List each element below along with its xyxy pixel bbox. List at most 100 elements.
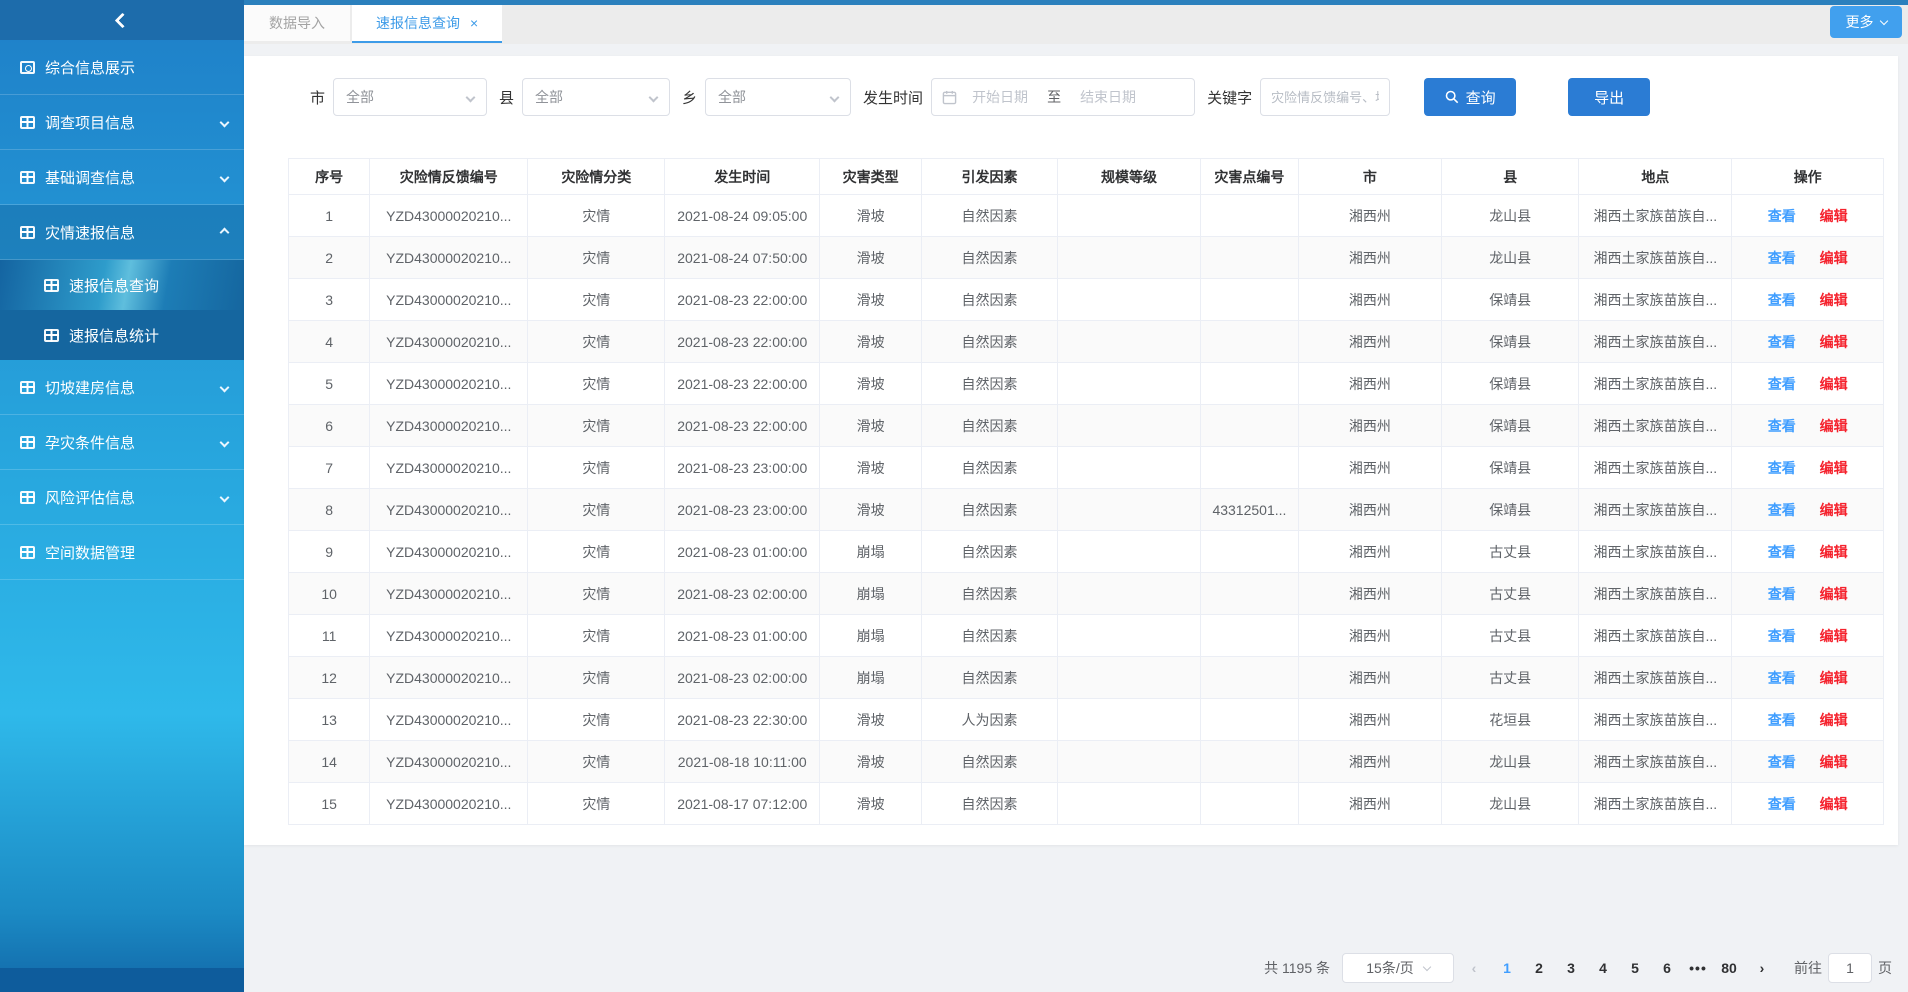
- cell-county: 古丈县: [1442, 531, 1579, 573]
- prev-page-button[interactable]: ‹: [1460, 960, 1488, 976]
- page-6[interactable]: 6: [1654, 960, 1680, 976]
- sidebar-subitem-report-stats[interactable]: 速报信息统计: [0, 310, 244, 360]
- page-5[interactable]: 5: [1622, 960, 1648, 976]
- cell-city: 湘西州: [1298, 321, 1442, 363]
- start-date-placeholder[interactable]: 开始日期: [957, 87, 1043, 107]
- view-link[interactable]: 查看: [1768, 502, 1796, 518]
- cell-actions: 查看 编辑: [1732, 279, 1884, 321]
- view-link[interactable]: 查看: [1768, 334, 1796, 350]
- sidebar-subitem-label: 速报信息统计: [69, 325, 159, 346]
- view-link[interactable]: 查看: [1768, 712, 1796, 728]
- edit-link[interactable]: 编辑: [1820, 208, 1848, 224]
- view-link[interactable]: 查看: [1768, 376, 1796, 392]
- view-link[interactable]: 查看: [1768, 586, 1796, 602]
- cell-point-code: 43312501...: [1201, 489, 1298, 531]
- tab-report-query[interactable]: 速报信息查询 ×: [352, 5, 502, 43]
- view-link[interactable]: 查看: [1768, 670, 1796, 686]
- cell-place: 湘西土家族苗族自...: [1579, 279, 1732, 321]
- page-2[interactable]: 2: [1526, 960, 1552, 976]
- town-select[interactable]: 全部: [705, 78, 851, 116]
- tab-label: 数据导入: [269, 13, 325, 33]
- sidebar-collapse-button[interactable]: [0, 0, 244, 40]
- query-button[interactable]: 查询: [1424, 78, 1516, 116]
- cell-trigger-factor: 自然因素: [922, 363, 1058, 405]
- edit-link[interactable]: 编辑: [1820, 376, 1848, 392]
- edit-link[interactable]: 编辑: [1820, 628, 1848, 644]
- col-occur-time: 发生时间: [665, 159, 820, 195]
- view-link[interactable]: 查看: [1768, 796, 1796, 812]
- cell-city: 湘西州: [1298, 699, 1442, 741]
- end-date-placeholder[interactable]: 结束日期: [1065, 87, 1151, 107]
- cell-feedback-code: YZD43000020210...: [370, 783, 528, 825]
- sidebar-item-basic-survey[interactable]: 基础调查信息: [0, 150, 244, 205]
- edit-link[interactable]: 编辑: [1820, 460, 1848, 476]
- sidebar-item-disaster-report[interactable]: 灾情速报信息: [0, 205, 244, 260]
- edit-link[interactable]: 编辑: [1820, 712, 1848, 728]
- cell-feedback-code: YZD43000020210...: [370, 615, 528, 657]
- keyword-input[interactable]: [1260, 78, 1390, 116]
- cell-city: 湘西州: [1298, 531, 1442, 573]
- view-link[interactable]: 查看: [1768, 460, 1796, 476]
- page-4[interactable]: 4: [1590, 960, 1616, 976]
- edit-link[interactable]: 编辑: [1820, 334, 1848, 350]
- col-scale-level: 规模等级: [1057, 159, 1201, 195]
- county-select[interactable]: 全部: [522, 78, 670, 116]
- edit-link[interactable]: 编辑: [1820, 502, 1848, 518]
- sidebar-subitem-report-query[interactable]: 速报信息查询: [0, 260, 244, 310]
- calendar-icon: [942, 90, 957, 105]
- edit-link[interactable]: 编辑: [1820, 754, 1848, 770]
- chevron-down-icon: [220, 492, 230, 502]
- sidebar-item-overview[interactable]: 综合信息展示: [0, 40, 244, 95]
- edit-link[interactable]: 编辑: [1820, 292, 1848, 308]
- view-link[interactable]: 查看: [1768, 292, 1796, 308]
- edit-link[interactable]: 编辑: [1820, 796, 1848, 812]
- cell-city: 湘西州: [1298, 783, 1442, 825]
- view-link[interactable]: 查看: [1768, 628, 1796, 644]
- cell-disaster-type: 滑坡: [820, 237, 922, 279]
- chevron-down-icon: [220, 437, 230, 447]
- cell-place: 湘西土家族苗族自...: [1579, 657, 1732, 699]
- more-button[interactable]: 更多: [1830, 6, 1902, 38]
- sidebar-item-risk-assessment[interactable]: 风险评估信息: [0, 470, 244, 525]
- cell-scale-level: [1057, 237, 1201, 279]
- cell-trigger-factor: 自然因素: [922, 447, 1058, 489]
- goto-page-input[interactable]: [1828, 953, 1872, 983]
- page-3[interactable]: 3: [1558, 960, 1584, 976]
- cell-disaster-type: 滑坡: [820, 405, 922, 447]
- tab-data-import[interactable]: 数据导入: [244, 5, 350, 41]
- sidebar-item-slope-housing[interactable]: 切坡建房信息: [0, 360, 244, 415]
- city-select[interactable]: 全部: [333, 78, 487, 116]
- cell-county: 花垣县: [1442, 699, 1579, 741]
- page-ellipsis[interactable]: •••: [1686, 960, 1710, 976]
- edit-link[interactable]: 编辑: [1820, 670, 1848, 686]
- cell-actions: 查看 编辑: [1732, 615, 1884, 657]
- cell-scale-level: [1057, 447, 1201, 489]
- page-last[interactable]: 80: [1716, 960, 1742, 976]
- close-icon[interactable]: ×: [470, 15, 478, 31]
- page-size-select[interactable]: 15条/页: [1342, 953, 1454, 983]
- next-page-button[interactable]: ›: [1748, 960, 1776, 976]
- sidebar-item-spatial-data[interactable]: 空间数据管理: [0, 525, 244, 580]
- cell-county: 保靖县: [1442, 321, 1579, 363]
- view-link[interactable]: 查看: [1768, 208, 1796, 224]
- export-button[interactable]: 导出: [1568, 78, 1650, 116]
- edit-link[interactable]: 编辑: [1820, 586, 1848, 602]
- edit-link[interactable]: 编辑: [1820, 418, 1848, 434]
- edit-link[interactable]: 编辑: [1820, 250, 1848, 266]
- cell-occur-time: 2021-08-23 22:00:00: [665, 363, 820, 405]
- view-link[interactable]: 查看: [1768, 544, 1796, 560]
- edit-link[interactable]: 编辑: [1820, 544, 1848, 560]
- cell-scale-level: [1057, 657, 1201, 699]
- date-range-picker[interactable]: 开始日期 至 结束日期: [931, 78, 1195, 116]
- sidebar-item-survey-project[interactable]: 调查项目信息: [0, 95, 244, 150]
- view-link[interactable]: 查看: [1768, 250, 1796, 266]
- cell-county: 保靖县: [1442, 279, 1579, 321]
- view-link[interactable]: 查看: [1768, 754, 1796, 770]
- sidebar-item-hazard-condition[interactable]: 孕灾条件信息: [0, 415, 244, 470]
- table-icon: [20, 436, 35, 449]
- filter-bar: 市 全部 县 全部 乡 全部 发生时间: [244, 56, 1898, 116]
- page-1[interactable]: 1: [1494, 960, 1520, 976]
- cell-no: 5: [289, 363, 370, 405]
- view-link[interactable]: 查看: [1768, 418, 1796, 434]
- cell-disaster-type: 滑坡: [820, 321, 922, 363]
